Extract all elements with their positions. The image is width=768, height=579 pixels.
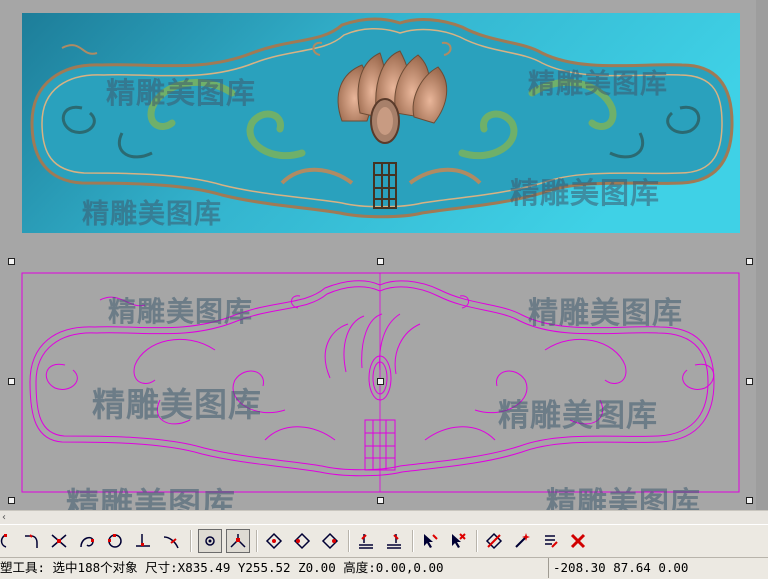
node-diamond-icon[interactable] xyxy=(262,529,286,553)
selection-handle-top-center[interactable] xyxy=(377,258,384,265)
selection-handle-middle-left[interactable] xyxy=(8,378,15,385)
trim-icon[interactable] xyxy=(47,529,71,553)
scroll-left-icon[interactable]: ‹ xyxy=(2,511,6,525)
magic-icon[interactable] xyxy=(510,529,534,553)
status-bar: 塑工具: 选中188个对象 尺寸:X835.49 Y255.52 Z0.00 高… xyxy=(0,557,768,579)
selection-handle-middle-right[interactable] xyxy=(746,378,753,385)
horizontal-scrollbar[interactable]: ‹ xyxy=(0,510,768,525)
watermark: 精雕美图库 xyxy=(82,199,222,230)
toolbar-separator xyxy=(190,530,192,552)
extend-icon[interactable] xyxy=(159,529,183,553)
watermark: 精雕美图库 xyxy=(528,69,668,100)
cursor-coordinates: -208.30 87.64 0.00 xyxy=(548,558,688,578)
watermark: 精雕美图库 xyxy=(108,295,254,328)
select-arrow-icon[interactable] xyxy=(418,529,442,553)
snap-point-icon[interactable] xyxy=(198,529,222,553)
transform-icon[interactable] xyxy=(482,529,506,553)
watermark: 精雕美图库 xyxy=(106,76,257,110)
angle-icon[interactable] xyxy=(226,529,250,553)
toolbar-separator xyxy=(256,530,258,552)
selection-handle-center[interactable] xyxy=(377,378,384,385)
watermark: 精雕美图库 xyxy=(528,296,683,331)
toolbar-separator xyxy=(476,530,478,552)
status-message: 塑工具: 选中188个对象 尺寸:X835.49 Y255.52 Z0.00 高… xyxy=(0,560,444,575)
watermark: 精雕美图库 xyxy=(510,176,661,210)
curve-edit-icon[interactable] xyxy=(75,529,99,553)
node-diamond-2-icon[interactable] xyxy=(290,529,314,553)
target-icon[interactable] xyxy=(103,529,127,553)
toolbar-separator xyxy=(348,530,350,552)
layer-stack-2-icon[interactable] xyxy=(382,529,406,553)
selection-handle-top-right[interactable] xyxy=(746,258,753,265)
toolbar-separator xyxy=(412,530,414,552)
close-x-icon[interactable] xyxy=(566,529,590,553)
watermark: 精雕美图库 xyxy=(92,385,262,424)
delete-arrow-icon[interactable] xyxy=(446,529,470,553)
tool-palette xyxy=(0,524,768,558)
fillet-icon[interactable] xyxy=(19,529,43,553)
selection-handle-top-left[interactable] xyxy=(8,258,15,265)
selection-handle-bottom-center[interactable] xyxy=(377,497,384,504)
perpendicular-icon[interactable] xyxy=(131,529,155,553)
arc-tool-icon[interactable] xyxy=(0,529,18,553)
selection-handle-bottom-left[interactable] xyxy=(8,497,15,504)
drawing-canvas[interactable]: 精雕美图库 精雕美图库 精雕美图库 精雕美图库 精雕美图库 精雕美图库 精雕美图… xyxy=(0,0,768,524)
node-diamond-3-icon[interactable] xyxy=(318,529,342,553)
layer-stack-icon[interactable] xyxy=(354,529,378,553)
list-edit-icon[interactable] xyxy=(538,529,562,553)
selection-handle-bottom-right[interactable] xyxy=(746,497,753,504)
watermark: 精雕美图库 xyxy=(498,398,658,434)
